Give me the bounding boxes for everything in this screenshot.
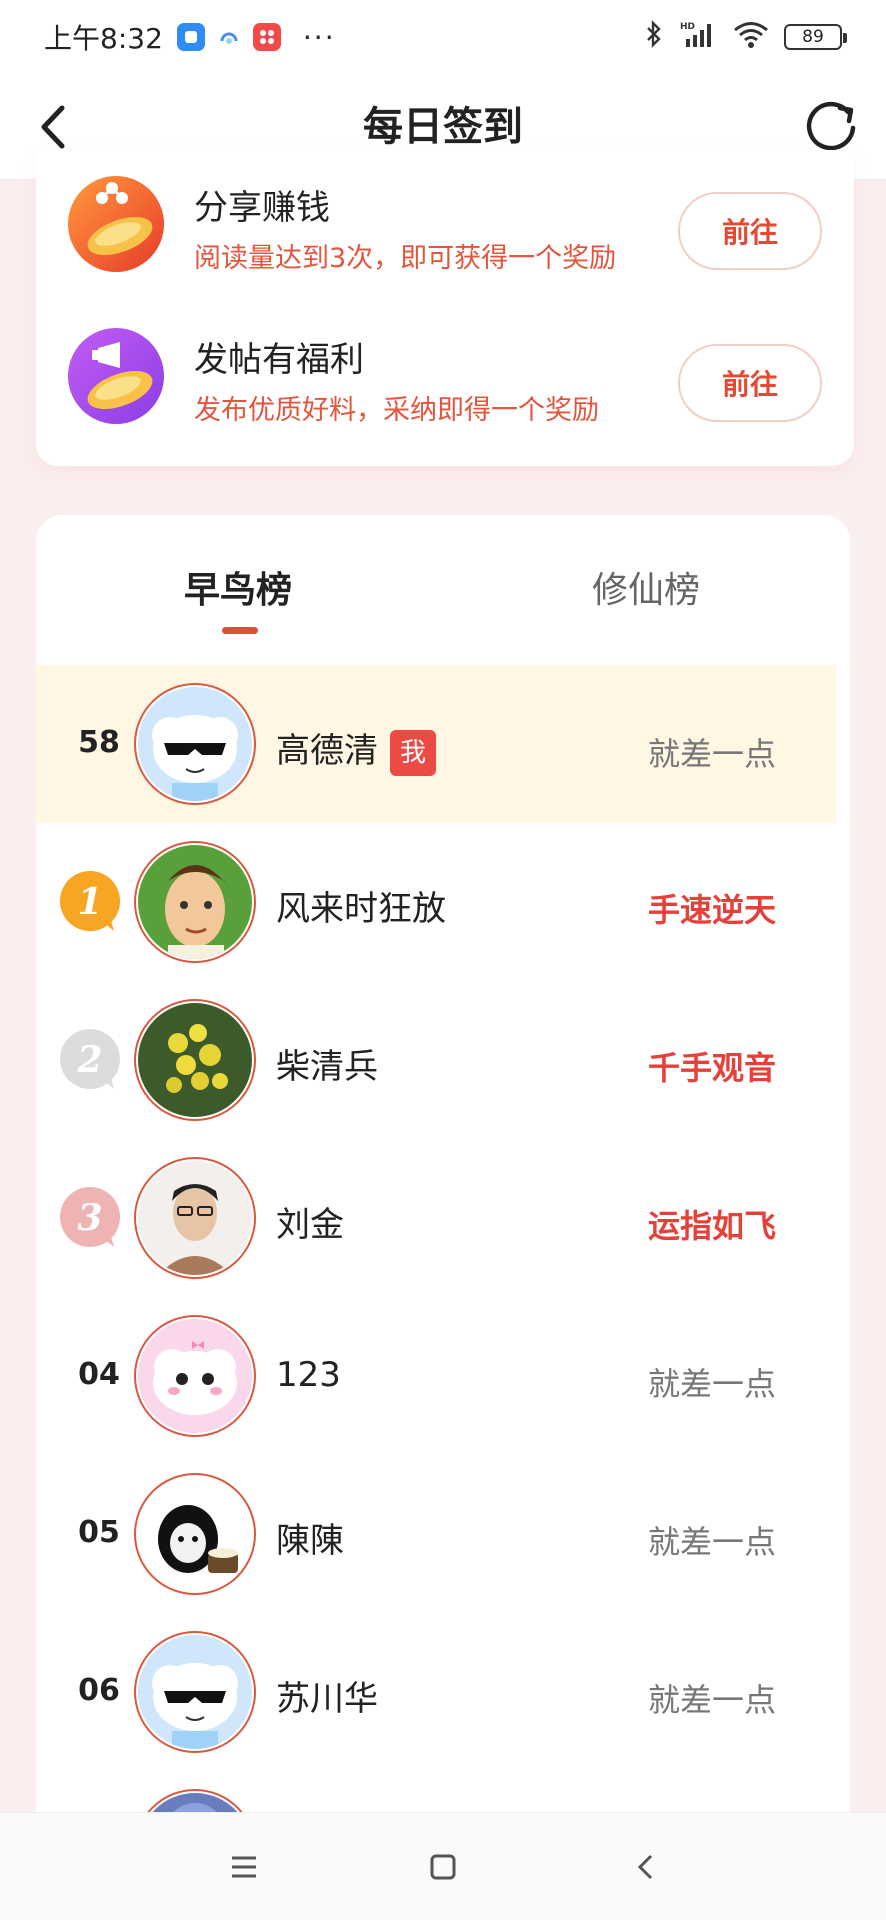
tab-early-bird[interactable]: 早鸟榜 xyxy=(184,561,292,613)
task-title: 发帖有福利 xyxy=(194,340,364,380)
me-badge: 我 xyxy=(390,729,436,776)
avatar xyxy=(134,683,256,805)
bronze-medal-icon: 3 xyxy=(60,1187,120,1247)
task-description: 阅读量达到3次，即可获得一个奖励 xyxy=(194,243,617,274)
cloud-notification-icon xyxy=(214,23,243,51)
post-coin-icon xyxy=(68,328,164,424)
battery-indicator: 89 xyxy=(784,24,847,50)
rank-row[interactable]: 04 123 就差一点 xyxy=(36,1297,836,1455)
silver-medal-icon: 2 xyxy=(60,1029,120,1089)
back-chevron-icon xyxy=(637,1854,653,1880)
user-name: 风来时狂放 xyxy=(276,889,446,929)
rank-tag: 就差一点 xyxy=(647,1365,776,1403)
app-grid-notification-icon xyxy=(252,23,281,51)
avatar xyxy=(134,841,256,963)
avatar xyxy=(134,1157,256,1279)
rank-number: 04 xyxy=(78,1357,120,1392)
user-name: 高德清我 xyxy=(276,723,436,776)
avatar xyxy=(134,1631,256,1753)
rank-tag: 就差一点 xyxy=(647,1681,776,1719)
user-name: 苏川华 xyxy=(276,1679,378,1719)
svg-text:3: 3 xyxy=(77,1197,102,1239)
rank-row[interactable]: 1 风来时狂放 手速逆天 xyxy=(36,823,836,981)
task-item-share: 分享赚钱 阅读量达到3次，即可获得一个奖励 前往 xyxy=(36,150,854,300)
go-post-button[interactable]: 前往 xyxy=(678,344,822,422)
share-coin-icon xyxy=(68,176,164,272)
rank-row[interactable]: 06 苏川华 就差一点 xyxy=(36,1613,836,1771)
rank-number: 05 xyxy=(78,1515,120,1550)
status-time: 上午8:32 xyxy=(44,22,163,55)
rank-row[interactable]: 2 柴清兵 千手观音 xyxy=(36,981,836,1139)
user-name-text: 高德清 xyxy=(276,731,378,771)
user-name: 123 xyxy=(276,1355,341,1395)
svg-text:2: 2 xyxy=(76,1039,102,1081)
status-bar: 上午8:32 ··· HD 89 xyxy=(0,0,886,74)
rank-tag: 就差一点 xyxy=(647,735,776,773)
home-button[interactable] xyxy=(419,1843,467,1891)
avatar xyxy=(134,999,256,1121)
bluetooth-icon xyxy=(644,19,664,56)
refresh-button[interactable] xyxy=(800,94,864,158)
system-nav-bar xyxy=(0,1812,886,1920)
task-card: 分享赚钱 阅读量达到3次，即可获得一个奖励 前往 发帖有福利 发布优质好料，采纳… xyxy=(36,150,854,466)
user-name: 陳陳 xyxy=(276,1521,344,1561)
avatar xyxy=(134,1473,256,1595)
rank-tag: 手速逆天 xyxy=(647,891,776,929)
leaderboard-card: 早鸟榜 修仙榜 58 高德清我 就差一点 1 风来时狂放 手速逆天 2 柴清兵 … xyxy=(36,515,850,1815)
signal-icon: HD xyxy=(678,19,718,56)
rank-row[interactable]: 3 刘金 运指如飞 xyxy=(36,1139,836,1297)
rank-tag: 千手观音 xyxy=(647,1049,776,1087)
rank-number: 58 xyxy=(78,725,120,760)
menu-icon xyxy=(232,1856,256,1878)
tab-immortal[interactable]: 修仙榜 xyxy=(592,561,700,613)
system-back-button[interactable] xyxy=(622,1843,670,1891)
active-tab-indicator xyxy=(222,627,258,634)
avatar xyxy=(134,1315,256,1437)
svg-text:1: 1 xyxy=(77,881,102,923)
more-notifications-icon: ··· xyxy=(302,20,336,54)
wifi-icon xyxy=(732,19,770,56)
app-notification-icon xyxy=(176,23,205,51)
svg-text:HD: HD xyxy=(680,22,695,32)
refresh-icon xyxy=(806,101,856,151)
user-name: 刘金 xyxy=(276,1205,344,1245)
menu-button[interactable] xyxy=(220,1843,268,1891)
leaderboard-tabs: 早鸟榜 修仙榜 xyxy=(36,515,850,645)
task-description: 发布优质好料，采纳即得一个奖励 xyxy=(194,395,599,426)
task-item-post: 发帖有福利 发布优质好料，采纳即得一个奖励 前往 xyxy=(36,304,854,454)
rank-number: 06 xyxy=(78,1673,120,1708)
rank-tag: 运指如飞 xyxy=(647,1207,776,1245)
go-share-button[interactable]: 前往 xyxy=(678,192,822,270)
home-square-icon xyxy=(430,1854,456,1880)
user-name: 柴清兵 xyxy=(276,1047,378,1087)
my-rank-row[interactable]: 58 高德清我 就差一点 xyxy=(36,665,836,823)
task-title: 分享赚钱 xyxy=(194,188,330,228)
gold-medal-icon: 1 xyxy=(60,871,120,931)
rank-tag: 就差一点 xyxy=(647,1523,776,1561)
rank-row[interactable]: 05 陳陳 就差一点 xyxy=(36,1455,836,1613)
